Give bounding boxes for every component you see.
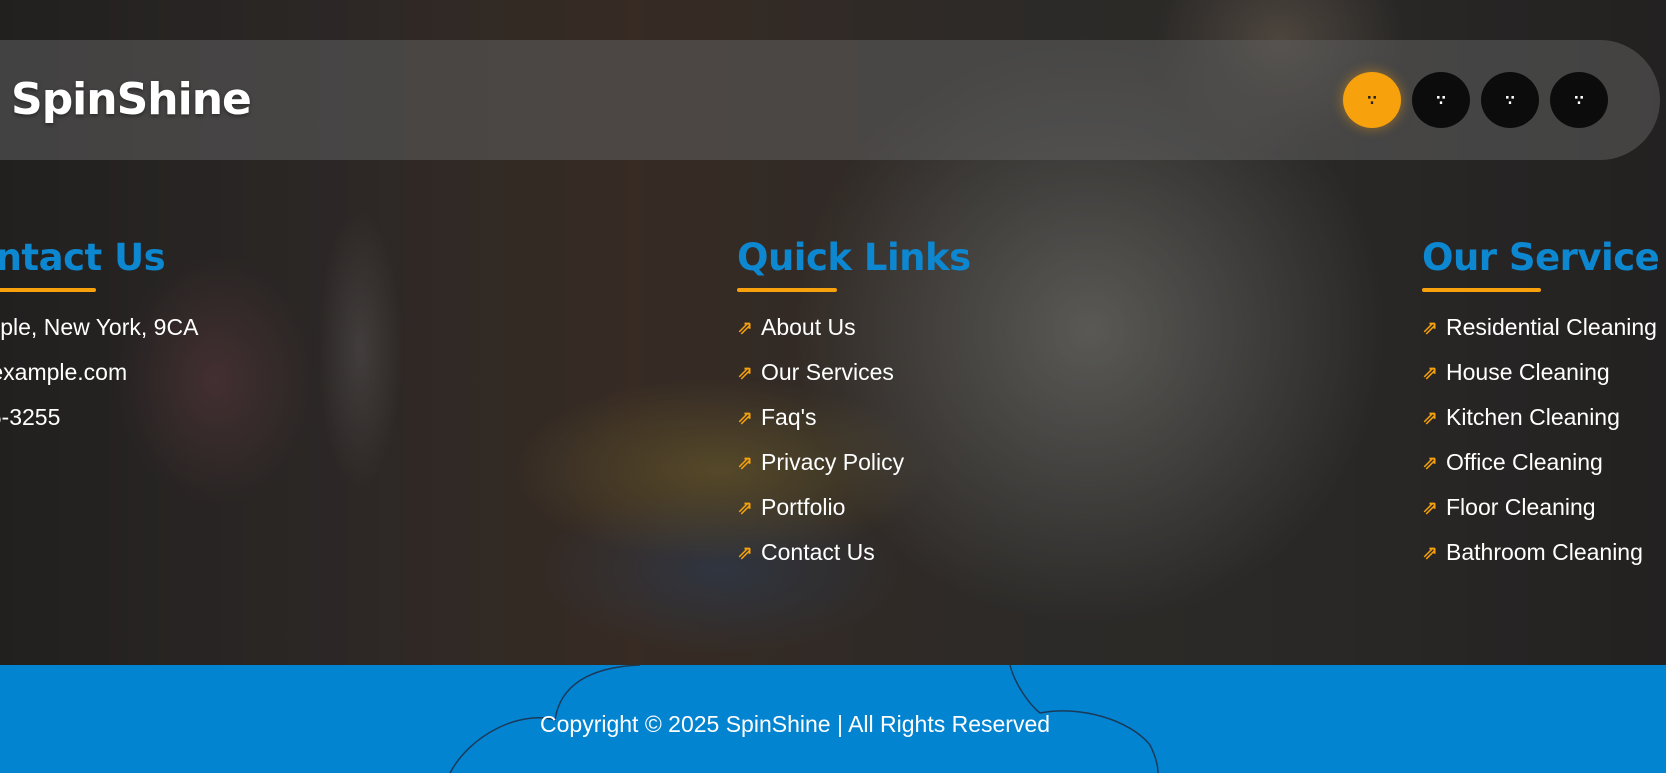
arrow-icon: ⇗: [1422, 453, 1438, 474]
copyright-text: Copyright © 2025 SpinShine | All Rights …: [540, 711, 1051, 737]
service-link-residential[interactable]: ⇗ Residential Cleaning: [1422, 314, 1659, 359]
quick-link-faqs[interactable]: ⇗ Faq's: [737, 404, 971, 449]
footer-bar: Copyright © 2025 SpinShine | All Rights …: [0, 665, 1666, 773]
quick-link-services[interactable]: ⇗ Our Services: [737, 359, 971, 404]
arrow-icon: ⇗: [1422, 408, 1438, 429]
quick-links-column: Quick Links ⇗ About Us ⇗ Our Services ⇗ Faq…: [737, 236, 971, 584]
services-list: ⇗ Residential Cleaning ⇗ House Cleaning ⇗ K…: [1422, 314, 1659, 584]
arrow-icon: ⇗: [1422, 498, 1438, 519]
social-icon-3: ∵: [1505, 91, 1515, 108]
service-link-floor[interactable]: ⇗ Floor Cleaning: [1422, 494, 1659, 539]
quick-links-list: ⇗ About Us ⇗ Our Services ⇗ Faq's ⇗ Privacy …: [737, 314, 971, 584]
arrow-icon: ⇗: [737, 318, 753, 339]
social-button-4[interactable]: ∵: [1550, 72, 1608, 128]
arrow-icon: ⇗: [737, 498, 753, 519]
social-button-1[interactable]: ∵: [1343, 72, 1401, 128]
arrow-icon: ⇗: [1422, 543, 1438, 564]
services-heading-underline: [1422, 288, 1541, 292]
quick-link-contact[interactable]: ⇗ Contact Us: [737, 539, 971, 584]
brand-logo[interactable]: SpinShine: [11, 74, 252, 125]
contact-heading-underline: [0, 288, 96, 292]
social-links: ∵ ∵ ∵ ∵: [1343, 72, 1608, 128]
arrow-icon: ⇗: [737, 363, 753, 384]
arrow-icon: ⇗: [737, 453, 753, 474]
contact-phone[interactable]: 2 345-3255: [0, 404, 198, 449]
contact-column: Contact Us example, New York, 9CA llo@ex…: [0, 236, 198, 449]
contact-address: example, New York, 9CA: [0, 314, 199, 340]
social-icon-4: ∵: [1574, 91, 1584, 108]
arrow-icon: ⇗: [737, 543, 753, 564]
arrow-icon: ⇗: [1422, 363, 1438, 384]
arrow-icon: ⇗: [1422, 318, 1438, 339]
social-button-3[interactable]: ∵: [1481, 72, 1539, 128]
arrow-icon: ⇗: [737, 408, 753, 429]
social-button-2[interactable]: ∵: [1412, 72, 1470, 128]
quick-link-portfolio[interactable]: ⇗ Portfolio: [737, 494, 971, 539]
services-column: Our Service ⇗ Residential Cleaning ⇗ House…: [1422, 236, 1660, 584]
service-link-kitchen[interactable]: ⇗ Kitchen Cleaning: [1422, 404, 1659, 449]
quick-link-privacy[interactable]: ⇗ Privacy Policy: [737, 449, 971, 494]
quick-links-heading: Quick Links: [737, 236, 971, 279]
quick-links-heading-underline: [737, 288, 837, 292]
social-icon-1: ∵: [1367, 91, 1377, 108]
contact-heading: Contact Us: [0, 236, 166, 279]
contact-email[interactable]: llo@example.com: [0, 359, 198, 404]
service-link-office[interactable]: ⇗ Office Cleaning: [1422, 449, 1659, 494]
quick-link-about[interactable]: ⇗ About Us: [737, 314, 971, 359]
service-link-house[interactable]: ⇗ House Cleaning: [1422, 359, 1659, 404]
service-link-bathroom[interactable]: ⇗ Bathroom Cleaning: [1422, 539, 1659, 584]
services-heading: Our Service: [1422, 236, 1660, 279]
contact-list: example, New York, 9CA llo@example.com 2…: [0, 314, 198, 449]
social-icon-2: ∵: [1436, 91, 1446, 108]
